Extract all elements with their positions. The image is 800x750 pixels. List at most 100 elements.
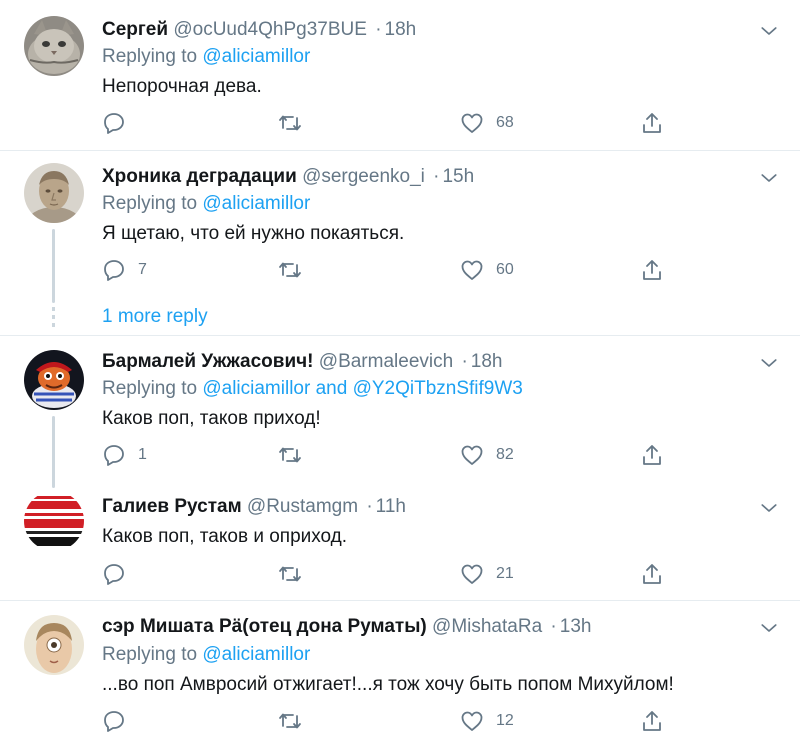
share-button[interactable]: [640, 108, 664, 138]
tweet-header: Хроника деградации @sergeenko_i · 15h: [102, 165, 474, 189]
tweet-actions: 1 82: [102, 440, 682, 470]
author-name[interactable]: Хроника деградации: [102, 166, 297, 187]
replies-feed: Сергей @ocUud4QhPg37BUE · 18h Replying to…: [0, 0, 800, 750]
avatar[interactable]: [24, 350, 84, 410]
tweet-3[interactable]: Бармалей Ужжасович! @Barmaleevich · 18h R…: [0, 336, 800, 488]
like-count: 21: [496, 565, 514, 582]
share-icon: [643, 445, 661, 465]
timestamp[interactable]: 13h: [560, 616, 592, 637]
reply-button[interactable]: [102, 706, 138, 736]
retweet-button[interactable]: [278, 255, 302, 285]
tweet-actions: 68: [102, 108, 682, 138]
like-button[interactable]: 68: [460, 108, 514, 138]
more-options-button[interactable]: [756, 167, 782, 189]
like-count: 68: [496, 114, 514, 131]
reply-icon: [104, 564, 124, 585]
timestamp[interactable]: 18h: [385, 19, 417, 40]
tweet-text: Каков поп, таков приход!: [102, 408, 321, 429]
more-options-button[interactable]: [756, 617, 782, 639]
replying-to-prefix: Replying to: [102, 644, 203, 665]
thread-line: [52, 416, 55, 488]
replying-to-link[interactable]: @aliciamillor: [202, 644, 310, 665]
reply-button[interactable]: [102, 559, 138, 589]
replying-to-prefix: Replying to: [102, 46, 203, 67]
timestamp[interactable]: 18h: [471, 351, 503, 372]
dot-separator: ·: [375, 19, 382, 40]
dot-separator: ·: [366, 496, 373, 517]
author-name[interactable]: Бармалей Ужжасович!: [102, 351, 314, 372]
like-button[interactable]: 21: [460, 559, 514, 589]
dot-separator: ·: [433, 166, 440, 187]
reply-count: 1: [138, 446, 147, 463]
author-name[interactable]: Галиев Рустам: [102, 496, 242, 517]
poster-avatar-image: [24, 491, 84, 551]
author-name[interactable]: Сергей: [102, 19, 168, 40]
reply-icon: [104, 113, 124, 134]
share-icon: [643, 711, 661, 731]
retweet-button[interactable]: [278, 706, 302, 736]
more-options-button[interactable]: [756, 352, 782, 374]
author-name[interactable]: сэр Мишата Рä(отец дона Руматы): [102, 616, 427, 637]
timestamp[interactable]: 15h: [442, 166, 474, 187]
retweet-button[interactable]: [278, 440, 302, 470]
retweet-button[interactable]: [278, 559, 302, 589]
share-button[interactable]: [640, 559, 664, 589]
more-options-button[interactable]: [756, 20, 782, 42]
share-button[interactable]: [640, 706, 664, 736]
like-button[interactable]: 82: [460, 440, 514, 470]
author-handle[interactable]: @ocUud4QhPg37BUE: [173, 19, 367, 40]
author-handle[interactable]: @MishataRa: [432, 616, 542, 637]
tweet-text: ...во поп Амвросий отжигает!...я тож хоч…: [102, 674, 674, 695]
like-button[interactable]: 60: [460, 255, 514, 285]
reply-icon: [104, 711, 124, 732]
retweet-button[interactable]: [278, 108, 302, 138]
author-handle[interactable]: @sergeenko_i: [302, 166, 425, 187]
like-icon: [461, 260, 483, 280]
author-handle[interactable]: @Rustamgm: [247, 496, 358, 517]
like-count: 82: [496, 446, 514, 463]
tweet-actions: 12: [102, 706, 682, 736]
avatar[interactable]: [24, 163, 84, 223]
thread-line: [52, 229, 55, 303]
more-options-button[interactable]: [756, 497, 782, 519]
tweet-2[interactable]: Хроника деградации @sergeenko_i · 15h Rep…: [0, 151, 800, 336]
tweet-actions: 7 60: [102, 255, 682, 285]
tweet-header: Сергей @ocUud4QhPg37BUE · 18h: [102, 18, 416, 42]
replying-to-link[interactable]: @aliciamillor: [202, 46, 310, 67]
share-button[interactable]: [640, 440, 664, 470]
reply-button[interactable]: [102, 108, 138, 138]
replying-to-link[interactable]: @aliciamillor: [202, 193, 310, 214]
tweet-header: сэр Мишата Рä(отец дона Руматы) @Mishata…: [102, 615, 591, 639]
chevron-down-icon: [761, 504, 777, 512]
like-icon: [461, 445, 483, 465]
tweet-actions: 21: [102, 559, 682, 589]
retweet-icon: [279, 262, 301, 278]
reply-count: 7: [138, 261, 147, 278]
pirate-avatar-image: [24, 350, 84, 410]
tweet-text: Я щетаю, что ей нужно покаяться.: [102, 223, 405, 244]
reply-button[interactable]: 7: [102, 255, 147, 285]
author-handle[interactable]: @Barmaleevich: [319, 351, 453, 372]
timestamp[interactable]: 11h: [376, 496, 406, 517]
tweet-1[interactable]: Сергей @ocUud4QhPg37BUE · 18h Replying to…: [0, 0, 800, 150]
reply-button[interactable]: 1: [102, 440, 147, 470]
avatar[interactable]: [24, 16, 84, 76]
replying-to: Replying to @aliciamillor: [102, 643, 310, 667]
like-button[interactable]: 12: [460, 706, 514, 736]
replying-to-link[interactable]: @aliciamillor and @Y2QiTbznSfif9W3: [202, 378, 523, 399]
replying-to-prefix: Replying to: [102, 193, 203, 214]
chevron-down-icon: [761, 174, 777, 182]
chevron-down-icon: [761, 624, 777, 632]
like-count: 12: [496, 712, 514, 729]
share-button[interactable]: [640, 255, 664, 285]
avatar[interactable]: [24, 615, 84, 675]
thread-dots: [52, 307, 55, 327]
show-more-replies-link[interactable]: 1 more reply: [102, 306, 208, 328]
cyclops-avatar-image: [24, 615, 84, 675]
share-icon: [643, 564, 661, 584]
replying-to: Replying to @aliciamillor: [102, 192, 310, 216]
avatar[interactable]: [24, 491, 84, 551]
chevron-down-icon: [761, 27, 777, 35]
tweet-4[interactable]: Галиев Рустам @Rustamgm · 11h Каков поп, …: [0, 485, 800, 600]
tweet-5[interactable]: сэр Мишата Рä(отец дона Руматы) @Mishata…: [0, 601, 800, 750]
